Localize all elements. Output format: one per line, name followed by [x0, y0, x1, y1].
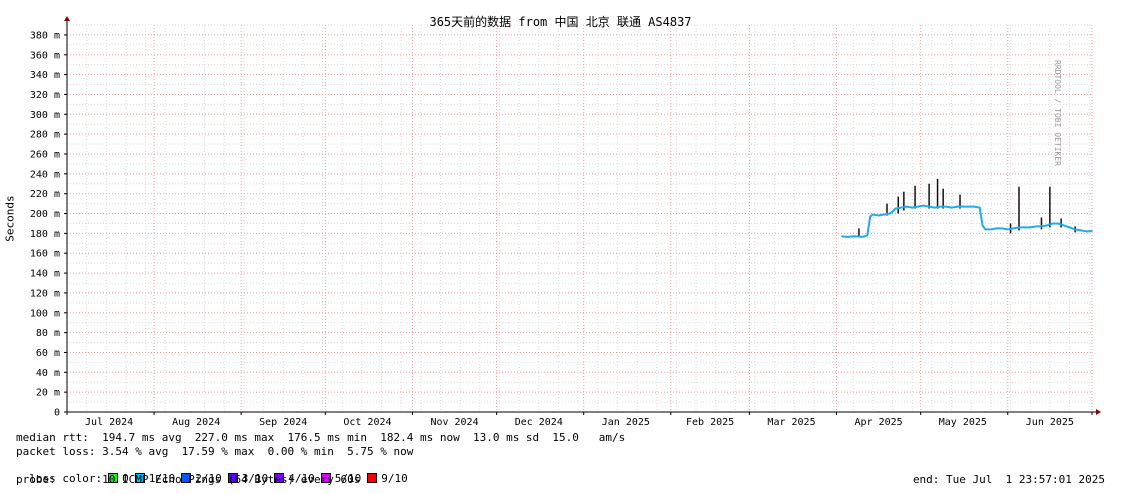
- packet-loss-line: packet loss: 3.54 % avg 17.59 % max 0.00…: [16, 445, 414, 458]
- y-tick-label: 300 m: [30, 110, 60, 121]
- y-tick-label: 160 m: [30, 249, 60, 260]
- median-rtt-point: [962, 205, 964, 208]
- probe-line: probe: 10 ICMP Echo Pings (64 Bytes) eve…: [16, 473, 361, 486]
- median-rtt-point: [933, 206, 936, 209]
- y-tick-label: 40 m: [36, 368, 60, 379]
- y-tick-label: 220 m: [30, 189, 60, 200]
- x-tick-label: Dec 2024: [515, 417, 563, 428]
- median-rtt-point: [1063, 224, 1065, 227]
- median-rtt-point: [891, 210, 894, 213]
- y-tick-label: 20 m: [36, 388, 60, 399]
- x-tick-label: Apr 2025: [854, 417, 902, 428]
- median-rtt-point: [1074, 228, 1076, 231]
- median-rtt-point: [883, 213, 885, 216]
- median-rtt-point: [917, 205, 919, 208]
- median-rtt-point: [1068, 226, 1071, 229]
- median-rtt-point: [1023, 226, 1026, 229]
- median-rtt-point: [922, 204, 925, 207]
- x-tick-label: May 2025: [939, 417, 987, 428]
- median-rtt-point: [869, 215, 871, 218]
- median-rtt-point: [978, 206, 981, 209]
- median-rtt-point: [841, 235, 843, 238]
- y-tick-label: 180 m: [30, 229, 60, 240]
- vendor-watermark: RRDTOOL / TOBI OETIKER: [1053, 60, 1062, 166]
- chart-ticks: 0 20 m 40 m 60 m 80 m 100 m 120 m 140 m 160 m 180…: [30, 30, 1093, 428]
- y-tick-label: 140 m: [30, 269, 60, 280]
- median-rtt-point: [950, 206, 953, 209]
- median-rtt-point: [1079, 229, 1082, 232]
- median-rtt-point: [1046, 224, 1048, 227]
- end-time: end: Tue Jul 1 23:57:01 2025: [912, 473, 1105, 486]
- chart-series: [841, 204, 1093, 238]
- median-rtt-point: [1035, 225, 1037, 228]
- x-tick-label: Oct 2024: [343, 417, 391, 428]
- median-rtt-point: [1091, 230, 1093, 232]
- chart-axes: [64, 16, 1101, 415]
- median-rtt-point: [900, 206, 902, 209]
- x-tick-label: Jun 2025: [1026, 417, 1074, 428]
- median-rtt-point: [860, 236, 863, 238]
- median-rtt-point: [945, 205, 947, 208]
- y-tick-label: 60 m: [36, 348, 60, 359]
- y-axis-label: Seconds: [3, 195, 17, 242]
- median-rtt-point: [911, 206, 914, 209]
- median-rtt-point: [889, 212, 891, 215]
- median-rtt-point: [1051, 222, 1054, 225]
- x-axis-arrow: [1096, 409, 1101, 415]
- y-tick-label: 0: [54, 408, 60, 419]
- x-tick-label: Jan 2025: [602, 417, 650, 428]
- median-rtt-point: [1001, 227, 1003, 230]
- median-rtt-point: [1012, 227, 1015, 230]
- median-rtt-point: [1085, 230, 1088, 233]
- x-tick-label: Mar 2025: [767, 417, 815, 428]
- median-rtt-point: [928, 205, 930, 208]
- median-rtt-point: [866, 234, 869, 237]
- median-rtt-series: [842, 204, 1093, 238]
- rtt-chart: 0 20 m 40 m 60 m 80 m 100 m 120 m 140 m 160 m 180…: [30, 16, 1101, 428]
- y-tick-label: 120 m: [30, 288, 60, 299]
- y-tick-label: 320 m: [30, 90, 60, 101]
- median-rtt-point: [1029, 226, 1032, 229]
- median-rtt-point: [973, 205, 975, 208]
- x-tick-label: Aug 2024: [172, 417, 220, 428]
- median-rtt-point: [990, 228, 992, 231]
- median-rtt-point: [984, 228, 987, 231]
- median-rtt-line: median rtt: 194.7 ms avg 227.0 ms max 17…: [16, 431, 626, 444]
- median-rtt-point: [995, 227, 998, 230]
- x-tick-label: Nov 2024: [430, 417, 478, 428]
- median-rtt-point: [905, 205, 908, 208]
- x-tick-label: Feb 2025: [686, 417, 734, 428]
- median-rtt-point: [967, 205, 970, 208]
- median-rtt-point: [1018, 226, 1020, 229]
- y-tick-label: 80 m: [36, 328, 60, 339]
- median-rtt-point: [1040, 225, 1043, 228]
- median-rtt-point: [956, 205, 959, 208]
- median-rtt-point: [894, 207, 897, 210]
- median-rtt-point: [981, 224, 984, 227]
- median-rtt-point: [939, 205, 942, 208]
- y-tick-label: 360 m: [30, 50, 60, 61]
- y-tick-label: 240 m: [30, 169, 60, 180]
- median-rtt-point: [1006, 228, 1009, 231]
- chart-spikes: [858, 178, 1076, 238]
- chart-grid: [66, 24, 1093, 412]
- x-tick-label: Sep 2024: [259, 417, 307, 428]
- y-tick-label: 100 m: [30, 308, 60, 319]
- median-rtt-point: [863, 235, 866, 238]
- loss-swatch-label: 9/10: [381, 472, 408, 485]
- median-rtt-point: [858, 235, 860, 238]
- median-rtt-point: [877, 214, 880, 217]
- loss-swatch-6: [367, 473, 378, 483]
- median-rtt-point: [846, 236, 849, 238]
- y-tick-label: 200 m: [30, 209, 60, 220]
- y-tick-label: 280 m: [30, 130, 60, 141]
- y-tick-label: 380 m: [30, 30, 60, 41]
- median-rtt-point: [872, 213, 874, 216]
- x-tick-label: Jul 2024: [85, 417, 133, 428]
- median-rtt-point: [1057, 222, 1060, 225]
- median-rtt-point: [852, 235, 855, 238]
- y-tick-label: 260 m: [30, 150, 60, 161]
- chart-title: 365天前的数据 from 中国 北京 联通 AS4837: [429, 15, 692, 29]
- y-tick-label: 340 m: [30, 70, 60, 81]
